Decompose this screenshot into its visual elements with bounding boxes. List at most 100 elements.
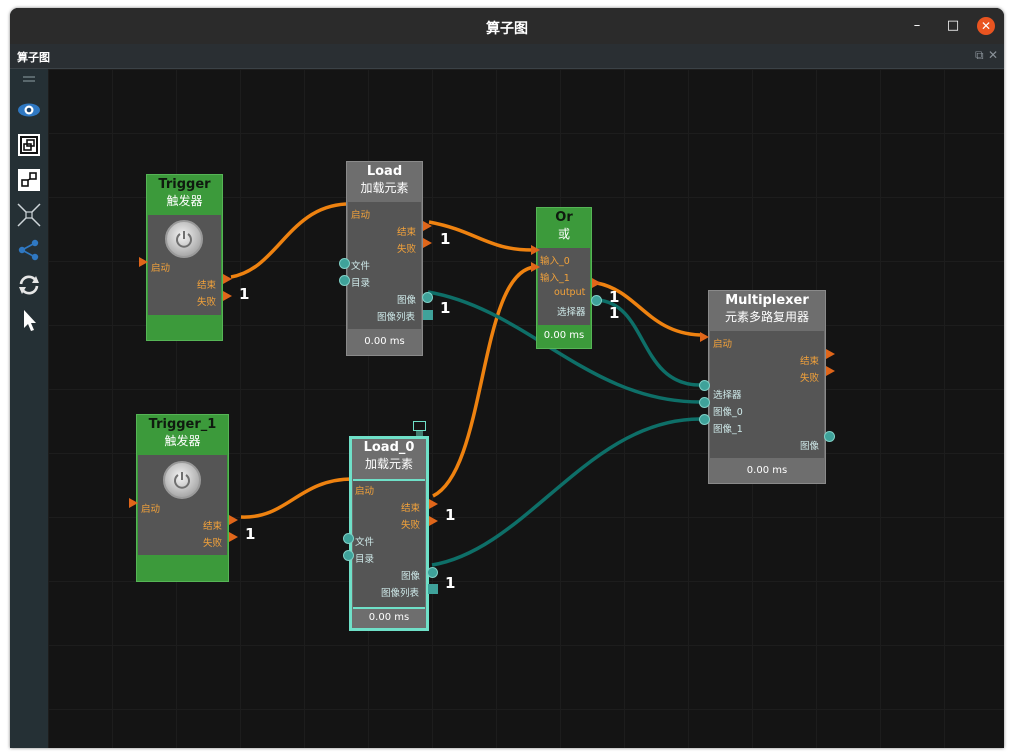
close-panel-icon[interactable]: ✕ bbox=[988, 48, 998, 62]
node-multiplexer[interactable]: Multiplexer 元素多路复用器 0.00 ms 启动 结束 失败 选择器 … bbox=[708, 290, 826, 484]
execution-count: 1 bbox=[440, 230, 451, 248]
node-load[interactable]: Load 加载元素 0.00 ms 启动 结束 失败 文件 目录 图像 图像列表 bbox=[346, 161, 423, 356]
port-label-selector: 选择器 bbox=[557, 307, 586, 318]
comment-icon[interactable] bbox=[413, 421, 426, 436]
port-out-end[interactable] bbox=[423, 221, 432, 231]
port-in-dir[interactable] bbox=[343, 550, 354, 561]
port-in-start[interactable] bbox=[700, 332, 709, 342]
node-title: Multiplexer bbox=[725, 293, 809, 308]
port-out-image[interactable] bbox=[427, 567, 438, 578]
graph-share-icon[interactable] bbox=[16, 237, 42, 263]
port-out-image[interactable] bbox=[824, 431, 835, 442]
port-label-end: 结束 bbox=[197, 280, 217, 291]
menu-handle-icon[interactable] bbox=[16, 73, 42, 85]
port-in-image-0[interactable] bbox=[699, 397, 710, 408]
power-icon[interactable] bbox=[163, 461, 201, 499]
port-out-end[interactable] bbox=[429, 499, 438, 509]
refresh-icon[interactable] bbox=[16, 272, 42, 298]
port-label-file: 文件 bbox=[351, 261, 371, 272]
port-in-image-1[interactable] bbox=[699, 414, 710, 425]
port-out-image-list[interactable] bbox=[428, 584, 438, 594]
execution-time: 0.00 ms bbox=[746, 465, 788, 476]
port-label-file: 文件 bbox=[355, 537, 375, 548]
port-label-start: 启动 bbox=[141, 504, 161, 515]
port-label-end: 结束 bbox=[800, 356, 820, 367]
port-label-fail: 失败 bbox=[800, 373, 820, 384]
port-label-image: 图像 bbox=[401, 571, 421, 582]
port-label-start: 启动 bbox=[355, 486, 375, 497]
node-or[interactable]: Or 或 0.00 ms 输入_0 输入_1 output 选择器 bbox=[536, 207, 592, 349]
port-in-file[interactable] bbox=[343, 533, 354, 544]
port-out-output[interactable] bbox=[592, 278, 601, 288]
port-out-image[interactable] bbox=[422, 292, 433, 303]
execution-count: 1 bbox=[445, 574, 456, 592]
wire-trigger-to-load[interactable] bbox=[230, 202, 347, 279]
port-label-dir: 目录 bbox=[355, 554, 375, 565]
connect-node-icon[interactable] bbox=[16, 167, 42, 193]
wire-load0-image-to-mux-image1[interactable] bbox=[431, 417, 701, 567]
execution-count: 1 bbox=[245, 525, 256, 543]
port-in-selector[interactable] bbox=[699, 380, 710, 391]
panel-title: 算子图 bbox=[17, 51, 50, 64]
port-in-start[interactable] bbox=[129, 498, 138, 508]
execution-count: 1 bbox=[609, 304, 620, 322]
app-window: 算子图 – □ ✕ 算子图 ⧉ ✕ Trigger 触发器 启动 结束 失败 1… bbox=[10, 8, 1004, 748]
node-title: Trigger bbox=[158, 177, 211, 192]
operator-graph-canvas[interactable]: Trigger 触发器 启动 结束 失败 1 Trigger_1 触发器 启动 结束… bbox=[48, 69, 1004, 748]
maximize-button[interactable]: □ bbox=[944, 17, 962, 35]
port-label-fail: 失败 bbox=[401, 520, 421, 531]
port-in-start[interactable] bbox=[139, 257, 148, 267]
execution-time: 0.00 ms bbox=[368, 612, 410, 623]
port-in-dir[interactable] bbox=[339, 275, 350, 286]
collapse-icon[interactable] bbox=[16, 202, 42, 228]
execution-time: 0.00 ms bbox=[543, 330, 585, 341]
port-out-image-list[interactable] bbox=[423, 310, 433, 320]
node-subtitle: 元素多路复用器 bbox=[724, 310, 809, 324]
title-bar[interactable]: 算子图 – □ ✕ bbox=[10, 8, 1004, 44]
node-trigger[interactable]: Trigger 触发器 启动 结束 失败 bbox=[146, 174, 223, 341]
minimize-button[interactable]: – bbox=[908, 17, 926, 35]
execution-count: 1 bbox=[440, 299, 451, 317]
eye-icon[interactable] bbox=[16, 97, 42, 123]
float-panel-icon[interactable]: ⧉ bbox=[975, 48, 984, 63]
port-label-image: 图像 bbox=[800, 441, 820, 452]
port-out-end[interactable] bbox=[223, 274, 232, 284]
close-button[interactable]: ✕ bbox=[977, 17, 995, 35]
power-icon[interactable] bbox=[165, 220, 203, 258]
port-label-input-0: 输入_0 bbox=[540, 256, 570, 267]
execution-count: 1 bbox=[445, 506, 456, 524]
port-out-selector[interactable] bbox=[591, 295, 602, 306]
port-label-dir: 目录 bbox=[351, 278, 371, 289]
port-label-start: 启动 bbox=[351, 210, 371, 221]
panel-header: 算子图 ⧉ ✕ bbox=[10, 44, 1004, 69]
port-label-start: 启动 bbox=[151, 263, 171, 274]
port-out-fail[interactable] bbox=[423, 238, 432, 248]
node-title: Load bbox=[366, 164, 403, 179]
port-label-image-0: 图像_0 bbox=[713, 407, 743, 418]
node-trigger-1[interactable]: Trigger_1 触发器 启动 结束 失败 bbox=[136, 414, 229, 582]
port-out-fail[interactable] bbox=[429, 516, 438, 526]
port-out-fail[interactable] bbox=[229, 532, 238, 542]
port-label-end: 结束 bbox=[401, 503, 421, 514]
node-load-0[interactable]: Load_0 加载元素 0.00 ms 启动 结束 失败 文件 目录 图像 图像列… bbox=[349, 436, 429, 631]
port-in-input-0[interactable] bbox=[531, 245, 540, 255]
port-in-file[interactable] bbox=[339, 258, 350, 269]
node-subtitle: 或 bbox=[557, 227, 570, 241]
port-out-end[interactable] bbox=[229, 515, 238, 525]
port-label-selector: 选择器 bbox=[713, 390, 742, 401]
port-out-end[interactable] bbox=[826, 349, 835, 359]
left-toolbar bbox=[10, 69, 48, 748]
wire-trigger1-to-load0[interactable] bbox=[240, 477, 354, 519]
node-subtitle: 加载元素 bbox=[364, 457, 413, 471]
port-label-image-list: 图像列表 bbox=[381, 588, 420, 599]
port-label-image: 图像 bbox=[397, 295, 417, 306]
execution-count: 1 bbox=[239, 285, 250, 303]
port-out-fail[interactable] bbox=[826, 366, 835, 376]
pointer-icon[interactable] bbox=[16, 307, 42, 333]
port-out-fail[interactable] bbox=[223, 291, 232, 301]
frame-icon[interactable] bbox=[16, 132, 42, 158]
port-label-input-1: 输入_1 bbox=[540, 273, 570, 284]
port-in-input-1[interactable] bbox=[531, 262, 540, 272]
port-label-image-list: 图像列表 bbox=[377, 312, 416, 323]
port-label-start: 启动 bbox=[713, 339, 733, 350]
